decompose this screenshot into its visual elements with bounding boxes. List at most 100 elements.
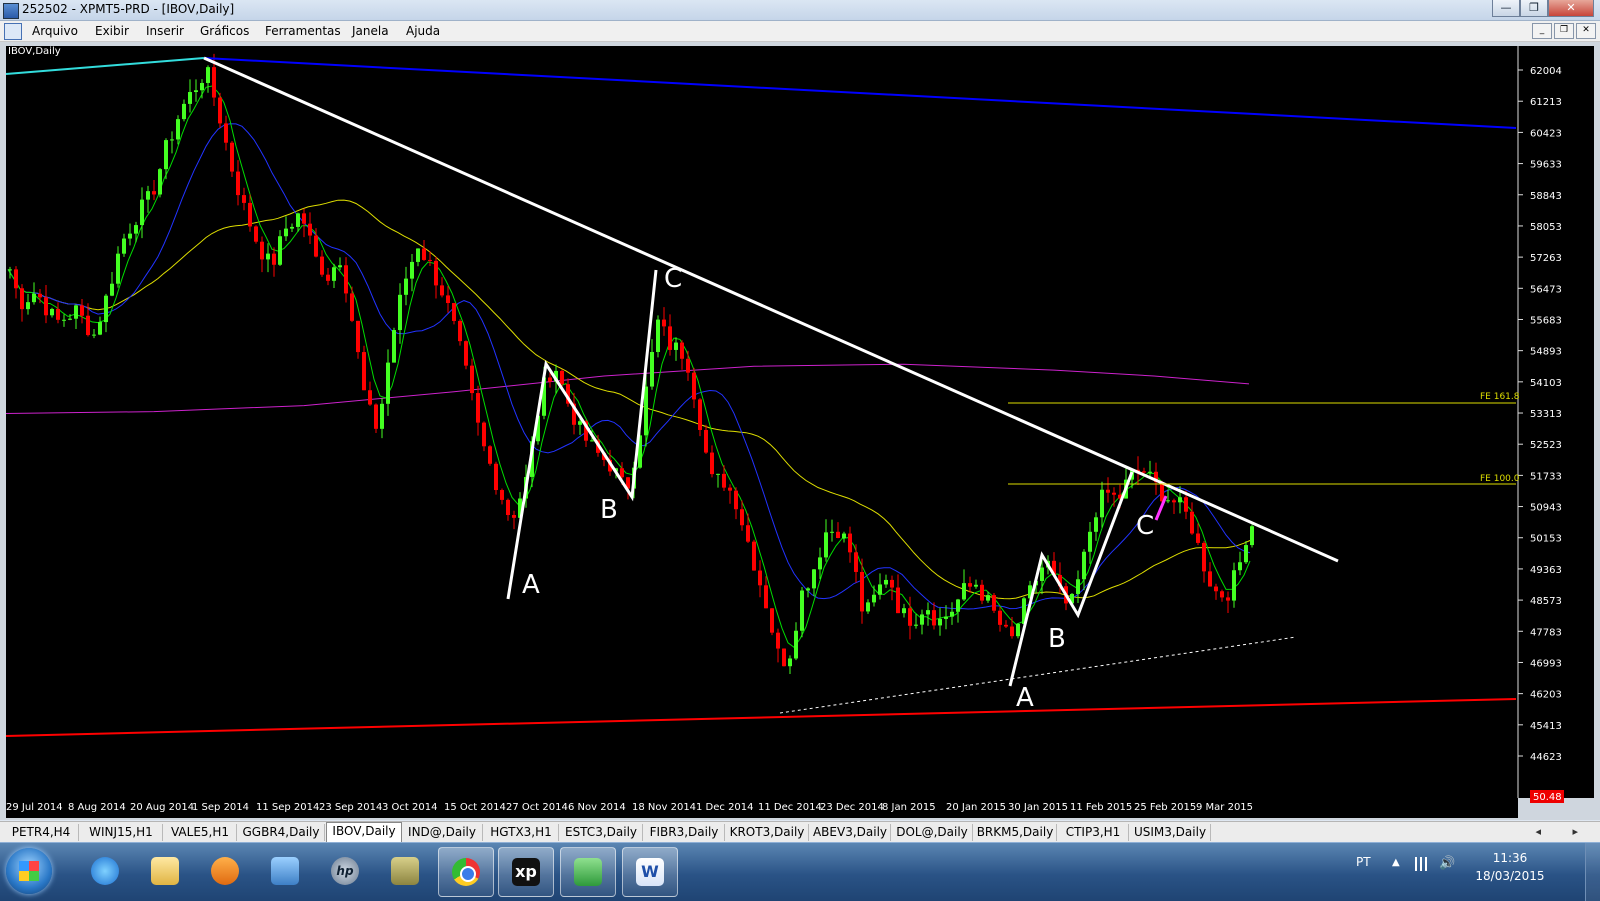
candle-body	[974, 584, 978, 587]
candle-body	[1214, 586, 1218, 592]
candle-body	[278, 236, 282, 265]
candle-body	[1178, 497, 1182, 503]
candle-body	[284, 228, 288, 237]
tab-krot3-daily[interactable]: KROT3,Daily	[726, 824, 809, 841]
close-button[interactable]: ✕	[1548, 0, 1594, 17]
tab-petr4-h4[interactable]: PETR4,H4	[4, 824, 79, 841]
menu-inserir[interactable]: Inserir	[146, 24, 184, 38]
restore-button[interactable]: ❐	[1520, 0, 1548, 17]
file-explorer-icon[interactable]	[138, 847, 192, 895]
start-button[interactable]	[6, 848, 52, 894]
tab-abev3-daily[interactable]: ABEV3,Daily	[810, 824, 891, 841]
date-label: 1 Dec 2014	[696, 802, 754, 813]
candle-body	[50, 308, 54, 316]
hp-icon[interactable]: hp	[318, 847, 372, 895]
candle-body	[590, 440, 594, 442]
menu-graficos[interactable]: Gráficos	[200, 24, 249, 38]
candle-body	[152, 191, 156, 195]
candle-body	[578, 421, 582, 425]
tab-hgtx3-h1[interactable]: HGTX3,H1	[484, 824, 559, 841]
candle-body	[26, 302, 30, 310]
candle-body	[1172, 500, 1176, 503]
menu-ferramentas[interactable]: Ferramentas	[265, 24, 341, 38]
metatrader-icon[interactable]	[560, 847, 616, 897]
tab-ind-daily[interactable]: IND@,Daily	[402, 824, 483, 841]
candle-body	[548, 377, 552, 382]
chart-window-icon[interactable]	[4, 23, 22, 40]
candle-body	[464, 341, 468, 366]
menu-bar: Arquivo Exibir Inserir Gráficos Ferramen…	[0, 21, 1600, 42]
date-label: 18 Nov 2014	[632, 802, 696, 813]
price-label: 54893	[1530, 347, 1562, 358]
price-label: 55683	[1530, 315, 1562, 326]
chrome-icon[interactable]	[438, 847, 494, 897]
clock-time[interactable]: 11:36	[1466, 851, 1554, 865]
menu-janela[interactable]: Janela	[352, 24, 389, 38]
candle-body	[980, 584, 984, 601]
tab-estc3-daily[interactable]: ESTC3,Daily	[560, 824, 643, 841]
candle-body	[470, 365, 474, 394]
candle-body	[506, 499, 510, 516]
candle-body	[44, 297, 48, 316]
candle-body	[1220, 591, 1224, 598]
menu-arquivo[interactable]: Arquivo	[32, 24, 78, 38]
internet-explorer-icon[interactable]	[78, 847, 132, 895]
candle-body	[746, 525, 750, 542]
word-icon[interactable]: W	[622, 847, 678, 897]
candle-body	[914, 624, 918, 626]
candle-body	[140, 199, 144, 226]
candle-body	[872, 594, 876, 603]
network-signal-icon[interactable]	[1415, 857, 1431, 871]
network-app-icon[interactable]	[258, 847, 312, 895]
language-indicator[interactable]: PT	[1356, 855, 1371, 869]
candle-body	[770, 608, 774, 633]
system-tray: PT ▲ 🔊 11:36 18/03/2015	[1340, 843, 1600, 901]
mdi-minimize-button[interactable]: _	[1532, 23, 1552, 39]
fibo-100-label: FE 100.0	[1480, 474, 1520, 484]
candle-body	[926, 610, 930, 615]
candle-body	[62, 319, 66, 321]
candle-body	[992, 595, 996, 611]
menu-ajuda[interactable]: Ajuda	[406, 24, 440, 38]
window-controls: — ❐ ✕	[1492, 0, 1594, 18]
price-chart[interactable]: 62004 61213 60423 59633 58843 58053 57263 56473…	[4, 44, 1596, 819]
price-label: 58843	[1530, 191, 1562, 202]
volume-icon[interactable]: 🔊	[1439, 856, 1455, 871]
tab-usim3-daily[interactable]: USIM3,Daily	[1130, 824, 1211, 841]
chart-symbol-label: IBOV,Daily	[8, 46, 61, 57]
tab-winj15-h1[interactable]: WINJ15,H1	[80, 824, 163, 841]
show-desktop-button[interactable]	[1585, 843, 1600, 901]
mdi-restore-button[interactable]: ❐	[1554, 23, 1574, 39]
candle-body	[758, 570, 762, 586]
archive-icon[interactable]	[378, 847, 432, 895]
tab-scroll-arrows[interactable]: ◂ ▸	[1535, 825, 1592, 838]
tray-expand-icon[interactable]: ▲	[1392, 857, 1400, 868]
candle-body	[836, 531, 840, 538]
candle-body	[500, 490, 504, 500]
candle-body	[254, 226, 258, 242]
tab-vale5-h1[interactable]: VALE5,H1	[164, 824, 237, 841]
wave-label: C	[664, 264, 682, 294]
candle-body	[170, 139, 174, 141]
candle-body	[392, 330, 396, 363]
minimize-button[interactable]: —	[1492, 0, 1520, 17]
candle-body	[1244, 545, 1248, 563]
candle-body	[812, 569, 816, 589]
tab-ibov-daily[interactable]: IBOV,Daily	[326, 822, 402, 843]
price-label: 50153	[1530, 534, 1562, 545]
tab-dol-daily[interactable]: DOL@,Daily	[892, 824, 973, 841]
media-player-icon[interactable]	[198, 847, 252, 895]
tab-ctip3-h1[interactable]: CTIP3,H1	[1058, 824, 1129, 841]
tab-brkm5-daily[interactable]: BRKM5,Daily	[974, 824, 1057, 841]
price-label: 46203	[1530, 690, 1562, 701]
candle-body	[1100, 489, 1104, 518]
tab-ggbr4-daily[interactable]: GGBR4,Daily	[238, 824, 325, 841]
candle-body	[362, 352, 366, 391]
menu-exibir[interactable]: Exibir	[95, 24, 129, 38]
mdi-close-button[interactable]: ✕	[1576, 23, 1596, 39]
xp-investimentos-icon[interactable]: xp	[498, 847, 554, 897]
tab-fibr3-daily[interactable]: FIBR3,Daily	[644, 824, 725, 841]
clock-date[interactable]: 18/03/2015	[1466, 869, 1554, 883]
candle-body	[98, 322, 102, 335]
candle-body	[686, 358, 690, 373]
